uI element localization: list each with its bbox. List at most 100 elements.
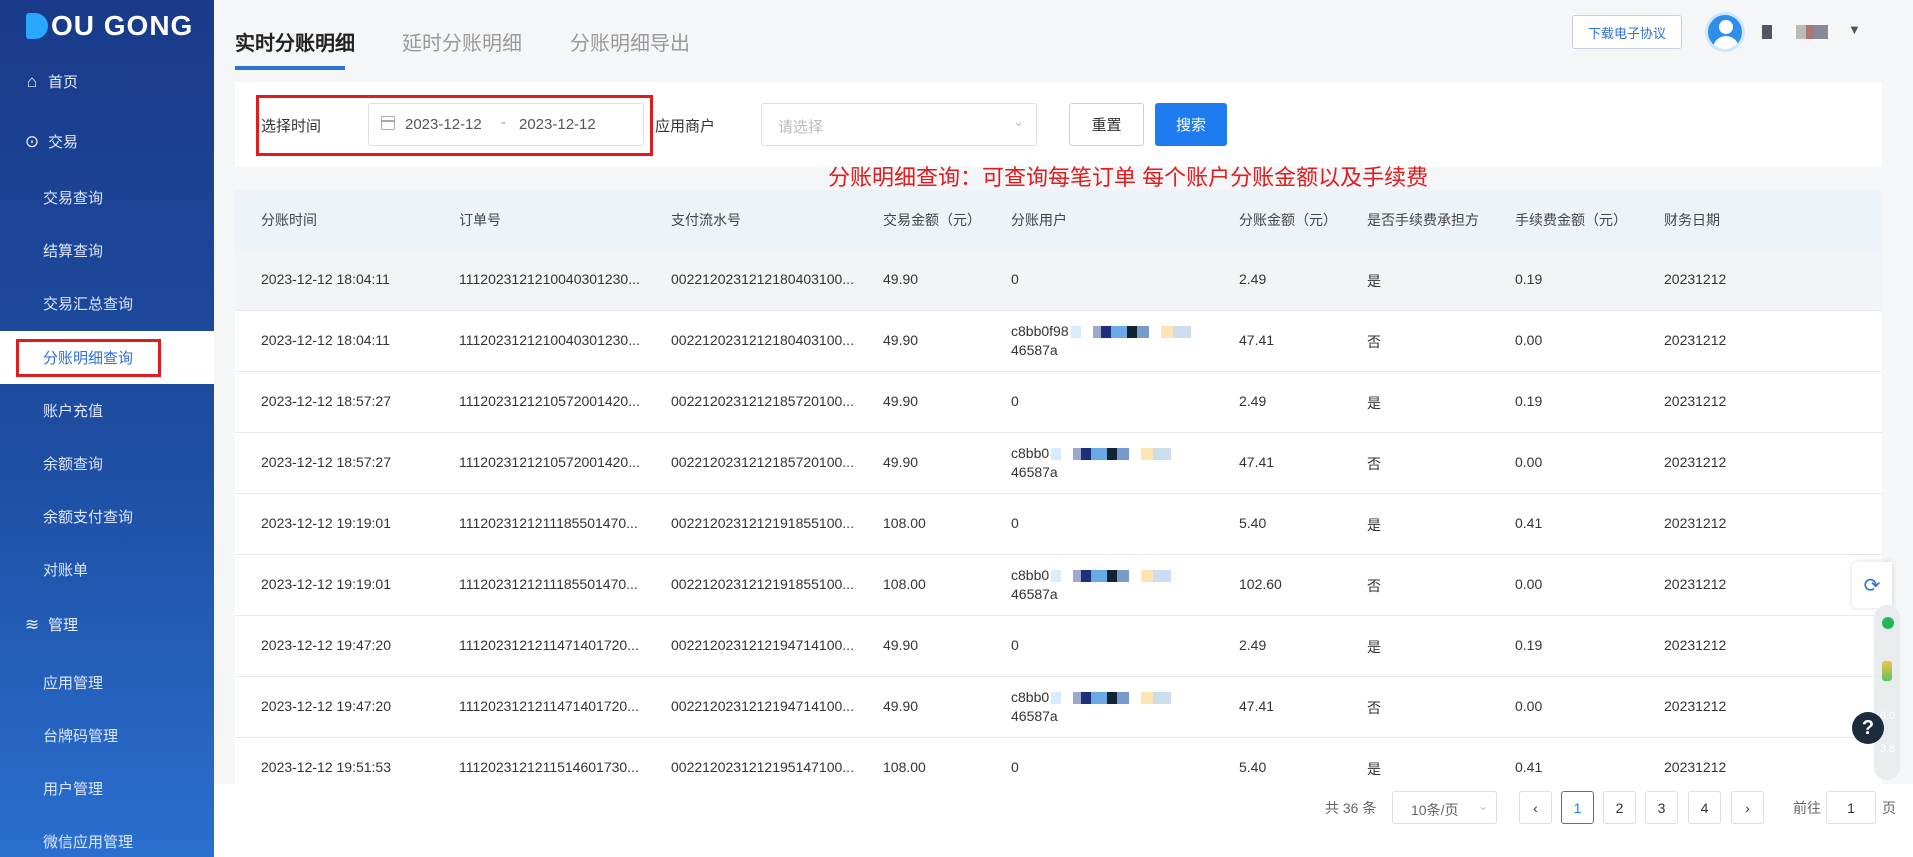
active-tab-underline bbox=[235, 66, 345, 70]
highlight-box bbox=[256, 95, 653, 156]
tab-delayed-split[interactable]: 延时分账明细 bbox=[402, 27, 522, 56]
sidebar-item-transaction-query[interactable]: 交易查询 bbox=[0, 171, 214, 224]
split-user-id-suffix: 46587a bbox=[1011, 708, 1058, 724]
cell-fee-amount: 0.00 bbox=[1515, 698, 1543, 714]
cell-finance-date: 20231212 bbox=[1664, 271, 1727, 287]
col-split-time: 分账时间 bbox=[261, 212, 317, 228]
cell-split-amount: 102.60 bbox=[1239, 576, 1282, 592]
chevron-down-icon[interactable]: ▼ bbox=[1848, 22, 1861, 37]
cell-split-amount: 47.41 bbox=[1239, 698, 1275, 714]
cell-fee-amount: 0.00 bbox=[1515, 454, 1543, 470]
cell-finance-date: 20231212 bbox=[1664, 454, 1727, 470]
sidebar-item-label: 台牌码管理 bbox=[43, 728, 119, 745]
sidebar-item-user-management[interactable]: 用户管理 bbox=[0, 762, 214, 815]
sidebar-item-transaction-summary[interactable]: 交易汇总查询 bbox=[0, 277, 214, 330]
sidebar-item-label: 对账单 bbox=[43, 562, 89, 579]
logo[interactable]: OU GONG bbox=[26, 10, 193, 42]
page-size-select[interactable]: 10条/页 ⌄ bbox=[1392, 791, 1497, 824]
cell-split-user: c8bb0f98 46587a bbox=[1011, 322, 1191, 360]
sidebar-item-recharge[interactable]: 账户充值 bbox=[0, 384, 214, 437]
cell-payment-serial: 0022120231212194714100... bbox=[671, 637, 854, 653]
cell-split-user: c8bb0 46587a bbox=[1011, 444, 1172, 482]
search-button[interactable]: 搜索 bbox=[1155, 103, 1227, 146]
sidebar-item-label: 交易 bbox=[48, 134, 79, 151]
merchant-placeholder: 请选择 bbox=[778, 119, 824, 136]
cell-split-time: 2023-12-12 18:57:27 bbox=[261, 393, 391, 409]
prev-page-button[interactable]: ‹ bbox=[1519, 791, 1552, 824]
sidebar-item-app-management[interactable]: 应用管理 bbox=[0, 656, 214, 709]
cell-split-amount: 47.41 bbox=[1239, 332, 1275, 348]
chevron-down-icon: ⌄ bbox=[1013, 114, 1024, 129]
cell-fee-amount: 0.00 bbox=[1515, 332, 1543, 348]
cell-fee-amount: 0.41 bbox=[1515, 515, 1543, 531]
page-3-button[interactable]: 3 bbox=[1645, 791, 1678, 824]
chevron-left-icon: ‹ bbox=[1533, 799, 1538, 816]
merchant-select[interactable]: 请选择 ⌄ bbox=[761, 103, 1037, 146]
cell-split-user: c8bb0 46587a bbox=[1011, 566, 1172, 604]
reset-button[interactable]: 重置 bbox=[1069, 103, 1144, 146]
split-detail-table: 分账时间 订单号 支付流水号 交易金额（元） 分账用户 分账金额（元） 是否手续… bbox=[235, 190, 1882, 799]
tab-split-export[interactable]: 分账明细导出 bbox=[570, 27, 690, 56]
table-row: 2023-12-12 18:57:27 111202312121057200142… bbox=[235, 372, 1882, 433]
cell-trade-amount: 49.90 bbox=[883, 698, 919, 714]
page-1-button[interactable]: 1 bbox=[1561, 791, 1594, 824]
goto-page-input[interactable]: 1 bbox=[1826, 791, 1876, 824]
cell-order-no: 1112023121210040301230... bbox=[459, 271, 640, 287]
split-user-id: c8bb0 bbox=[1011, 445, 1050, 461]
logo-mark-icon bbox=[26, 13, 48, 39]
coin-icon: ⊙ bbox=[24, 131, 40, 151]
sidebar-item-balance-query[interactable]: 余额查询 bbox=[0, 437, 214, 490]
cell-trade-amount: 108.00 bbox=[883, 576, 926, 592]
cell-split-time: 2023-12-12 19:47:20 bbox=[261, 637, 391, 653]
home-icon: ⌂ bbox=[26, 71, 38, 91]
cell-fee-amount: 0.19 bbox=[1515, 393, 1543, 409]
customer-service-icon[interactable]: ⟳ bbox=[1852, 562, 1892, 608]
download-speed: 3.8 bbox=[1880, 743, 1896, 755]
sidebar-item-transaction[interactable]: ⊙ 交易 bbox=[0, 115, 214, 168]
page-2-button[interactable]: 2 bbox=[1603, 791, 1636, 824]
cell-fee-bearer: 否 bbox=[1367, 334, 1381, 350]
cell-payment-serial: 0022120231212194714100... bbox=[671, 698, 854, 714]
cell-trade-amount: 49.90 bbox=[883, 271, 919, 287]
cell-order-no: 1112023121210040301230... bbox=[459, 332, 640, 348]
sidebar-item-label: 用户管理 bbox=[43, 781, 104, 798]
col-fee-bearer: 是否手续费承担方 bbox=[1367, 212, 1479, 228]
cell-split-amount: 2.49 bbox=[1239, 393, 1267, 409]
sidebar-item-wechat-app-management[interactable]: 微信应用管理 bbox=[0, 815, 214, 857]
sidebar-item-label: 交易查询 bbox=[43, 190, 104, 207]
sidebar-item-management[interactable]: ≋ 管理 bbox=[0, 598, 214, 651]
split-user-id: c8bb0f98 bbox=[1011, 323, 1069, 339]
cell-payment-serial: 0022120231212180403100... bbox=[671, 332, 854, 348]
cell-order-no: 1112023121210572001420... bbox=[459, 454, 640, 470]
cell-split-amount: 2.49 bbox=[1239, 271, 1267, 287]
avatar[interactable] bbox=[1705, 12, 1745, 52]
total-count: 共 36 条 bbox=[1325, 800, 1377, 816]
sidebar-item-statement[interactable]: 对账单 bbox=[0, 543, 214, 596]
cell-fee-amount: 0.00 bbox=[1515, 576, 1543, 592]
next-page-button[interactable]: › bbox=[1731, 791, 1764, 824]
cell-split-user: 0 bbox=[1011, 393, 1019, 409]
sidebar-item-label: 余额支付查询 bbox=[43, 509, 134, 526]
cell-fee-amount: 0.19 bbox=[1515, 637, 1543, 653]
cell-split-time: 2023-12-12 18:57:27 bbox=[261, 454, 391, 470]
cell-fee-bearer: 是 bbox=[1367, 395, 1381, 411]
cell-finance-date: 20231212 bbox=[1664, 332, 1727, 348]
cell-split-amount: 5.40 bbox=[1239, 515, 1267, 531]
cell-fee-bearer: 是 bbox=[1367, 639, 1381, 655]
col-finance-date: 财务日期 bbox=[1664, 212, 1720, 228]
sidebar-item-settlement-query[interactable]: 结算查询 bbox=[0, 224, 214, 277]
tab-realtime-split[interactable]: 实时分账明细 bbox=[235, 27, 355, 56]
table-row: 2023-12-12 19:19:01 111202312121118550147… bbox=[235, 494, 1882, 555]
cell-split-user: 0 bbox=[1011, 759, 1019, 775]
cell-split-user: c8bb0 46587a bbox=[1011, 688, 1172, 726]
cell-payment-serial: 0022120231212180403100... bbox=[671, 271, 854, 287]
sidebar-item-qrcode-management[interactable]: 台牌码管理 bbox=[0, 709, 214, 762]
cell-trade-amount: 108.00 bbox=[883, 759, 926, 775]
sidebar-item-home[interactable]: ⌂ 首页 bbox=[0, 55, 214, 108]
download-agreement-button[interactable]: 下载电子协议 bbox=[1572, 15, 1682, 49]
user-name-redacted[interactable] bbox=[1762, 25, 1830, 39]
page-4-button[interactable]: 4 bbox=[1688, 791, 1721, 824]
cell-trade-amount: 49.90 bbox=[883, 454, 919, 470]
cell-order-no: 1112023121211471401720... bbox=[459, 637, 639, 653]
sidebar-item-balance-pay-query[interactable]: 余额支付查询 bbox=[0, 490, 214, 543]
